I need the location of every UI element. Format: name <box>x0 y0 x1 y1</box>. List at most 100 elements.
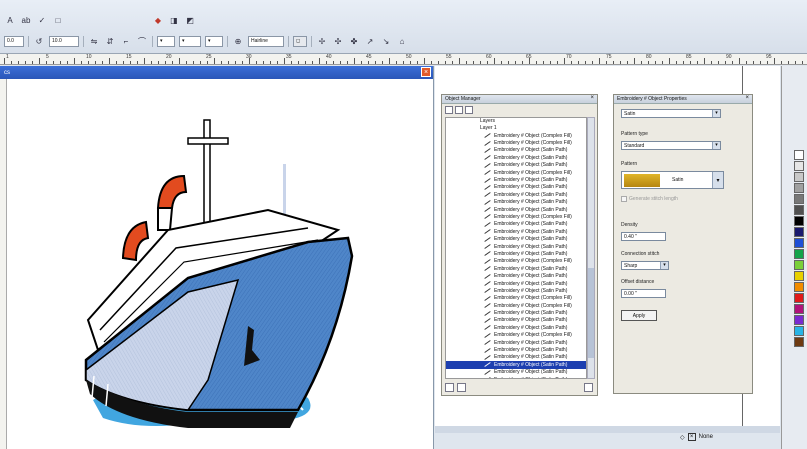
palette-swatch[interactable] <box>794 293 804 303</box>
x-position-field[interactable]: 0.0 <box>4 35 24 47</box>
object-list-item[interactable]: Embroidery # Object (Satin Path) <box>446 184 586 191</box>
new-layer-icon[interactable] <box>445 383 454 392</box>
palette-swatch[interactable] <box>794 216 804 226</box>
object-list-item[interactable]: Embroidery # Object (Satin Path) <box>446 309 586 316</box>
palette-swatch[interactable] <box>794 183 804 193</box>
object-list-item[interactable]: Embroidery # Object (Satin Path) <box>446 339 586 346</box>
object-list-item[interactable]: Embroidery # Object (Satin Path) <box>446 324 586 331</box>
drawing-canvas[interactable] <box>8 80 433 449</box>
ab-tool-icon[interactable]: ab <box>20 14 32 26</box>
palette-swatch[interactable] <box>794 304 804 314</box>
palette-swatch[interactable] <box>794 150 804 160</box>
object-list-item[interactable]: Embroidery # Object (Satin Path) <box>446 235 586 242</box>
show-properties-icon[interactable] <box>445 106 453 114</box>
palette-swatch[interactable] <box>794 249 804 259</box>
checkbox-box[interactable] <box>621 196 627 202</box>
pattern-type-select[interactable]: Standard ▾ <box>621 141 721 150</box>
object-type-select[interactable]: Satin ▾ <box>621 109 721 118</box>
object-list-item[interactable]: Embroidery # Object (Complex Fill) <box>446 302 586 309</box>
new-master-layer-icon[interactable] <box>457 383 466 392</box>
apply-button[interactable]: Apply <box>621 310 657 321</box>
close-icon[interactable]: × <box>745 95 749 101</box>
object-list-item[interactable]: Embroidery # Object (Satin Path) <box>446 221 586 228</box>
object-list-item[interactable]: Embroidery # Object (Satin Path) <box>446 228 586 235</box>
palette-swatch[interactable] <box>794 205 804 215</box>
mirror-h-icon[interactable]: ⇋ <box>88 35 100 47</box>
embroidery-tool-icon[interactable]: ◆ <box>152 14 164 26</box>
layer-row[interactable]: Layer 1 <box>446 125 586 132</box>
palette-swatch[interactable] <box>794 227 804 237</box>
horizontal-ruler[interactable]: 1 5 10 15 20 25 30 35 40 45 50 55 60 65 70 75 80 85 90 95 <box>0 54 807 65</box>
object-list-item[interactable]: Embroidery # Object (Complex Fill) <box>446 258 586 265</box>
frame-tool-icon[interactable]: □ <box>52 14 64 26</box>
node-tool-1-icon[interactable]: ✢ <box>316 35 328 47</box>
object-list-item[interactable]: Embroidery # Object (Complex Fill) <box>446 169 586 176</box>
palette-swatch[interactable] <box>794 260 804 270</box>
palette-swatch[interactable] <box>794 194 804 204</box>
offset-input[interactable]: 0.00 " <box>621 289 666 298</box>
edit-layers-icon[interactable] <box>455 106 463 114</box>
stitch-tool-icon[interactable]: ◨ <box>168 14 180 26</box>
outline-tool-icon[interactable]: ◩ <box>184 14 196 26</box>
object-list-scrollbar[interactable] <box>587 117 595 379</box>
object-list-item[interactable]: Embroidery # Object (Complex Fill) <box>446 139 586 146</box>
node-tool-3-icon[interactable]: ✤ <box>348 35 360 47</box>
palette-swatch[interactable] <box>794 337 804 347</box>
object-list-item[interactable]: Embroidery # Object (Satin Path) <box>446 147 586 154</box>
node-tool-4-icon[interactable]: ↗ <box>364 35 376 47</box>
object-manager-titlebar[interactable]: Object Manager × <box>442 95 597 104</box>
palette-swatch[interactable] <box>794 161 804 171</box>
object-list-item[interactable]: Embroidery # Object (Satin Path) <box>446 162 586 169</box>
object-list-item[interactable]: Embroidery # Object (Satin Path) <box>446 206 586 213</box>
drawing-window-titlebar[interactable]: cs × <box>0 66 433 79</box>
object-list-item[interactable]: Embroidery # Object (Satin Path) <box>446 272 586 279</box>
object-list-item[interactable]: Embroidery # Object (Satin Path) <box>446 250 586 257</box>
object-list-item[interactable]: Embroidery # Object (Satin Path) <box>446 361 586 369</box>
object-list-item[interactable]: Embroidery # Object (Complex Fill) <box>446 213 586 220</box>
node-tool-6-icon[interactable]: ⌂ <box>396 35 408 47</box>
density-input[interactable]: 0.40 " <box>621 232 666 241</box>
layer-view-icon[interactable] <box>465 106 473 114</box>
palette-swatch[interactable] <box>794 172 804 182</box>
object-list-item[interactable]: Embroidery # Object (Complex Fill) <box>446 295 586 302</box>
generate-stitch-checkbox[interactable]: Generate stitch length <box>621 196 678 202</box>
mirror-v-icon[interactable]: ⇵ <box>104 35 116 47</box>
check-tool-icon[interactable]: ✓ <box>36 14 48 26</box>
close-icon[interactable]: × <box>421 67 431 77</box>
palette-swatch[interactable] <box>794 326 804 336</box>
object-list-item[interactable]: Embroidery # Object (Satin Path) <box>446 199 586 206</box>
pattern-select[interactable]: Satin ▾ <box>621 171 724 189</box>
object-list-item[interactable]: Embroidery # Object (Satin Path) <box>446 354 586 361</box>
object-list-item[interactable]: Embroidery # Object (Satin Path) <box>446 243 586 250</box>
line-style-select[interactable]: ▾ <box>179 35 201 47</box>
properties-titlebar[interactable]: Embroidery # Object Properties × <box>614 95 752 104</box>
object-list-item[interactable]: Embroidery # Object (Satin Path) <box>446 191 586 198</box>
connection-select[interactable]: Sharp ▾ <box>621 261 669 270</box>
delete-icon[interactable] <box>584 383 593 392</box>
object-list-item[interactable]: Embroidery # Object (Satin Path) <box>446 176 586 183</box>
object-list-item[interactable]: Embroidery # Object (Satin Path) <box>446 280 586 287</box>
node-tool-5-icon[interactable]: ↘ <box>380 35 392 47</box>
text-tool-icon[interactable]: A <box>4 14 16 26</box>
object-list-item[interactable]: Embroidery # Object (Satin Path) <box>446 346 586 353</box>
start-arrow-select[interactable]: ▾ <box>157 35 175 47</box>
zoom-icon[interactable]: ⊕ <box>232 35 244 47</box>
outline-width-select[interactable]: Hairline <box>248 35 284 47</box>
vertical-ruler[interactable] <box>0 79 7 449</box>
scroll-thumb[interactable] <box>588 268 594 358</box>
corner-icon[interactable]: ⌐ <box>120 35 132 47</box>
horizontal-scrollbar[interactable] <box>435 426 780 433</box>
palette-swatch[interactable] <box>794 238 804 248</box>
object-list-item[interactable]: Embroidery # Object (Satin Path) <box>446 265 586 272</box>
node-tool-2-icon[interactable]: ✣ <box>332 35 344 47</box>
object-list-item[interactable]: Embroidery # Object (Satin Path) <box>446 376 586 378</box>
palette-swatch[interactable] <box>794 315 804 325</box>
object-list[interactable]: Layers Layer 1 Embroidery # Object (Comp… <box>445 117 587 379</box>
object-list-item[interactable]: Embroidery # Object (Complex Fill) <box>446 132 586 139</box>
wrap-icon[interactable]: ⌒ <box>136 35 148 47</box>
angle-field[interactable]: 10.0 <box>49 35 79 47</box>
rotate-icon[interactable]: ↺ <box>33 35 45 47</box>
palette-swatch[interactable] <box>794 282 804 292</box>
close-icon[interactable]: × <box>590 95 594 101</box>
palette-swatch[interactable] <box>794 271 804 281</box>
